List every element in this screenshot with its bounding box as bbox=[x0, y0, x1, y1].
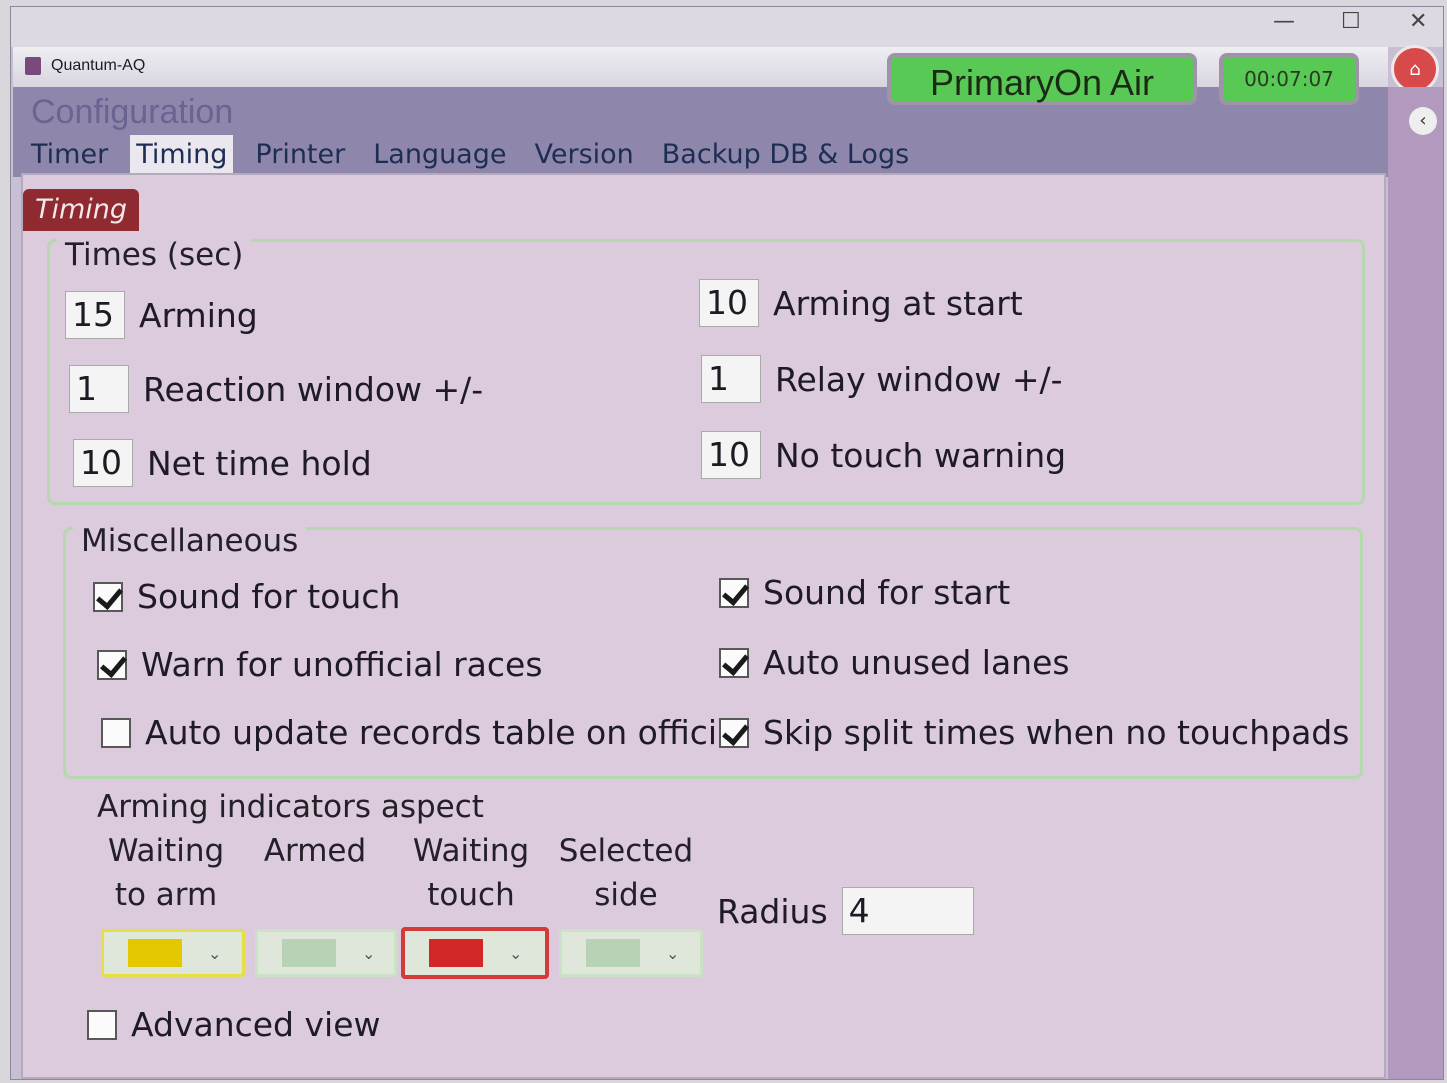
waiting-touch-swatch bbox=[429, 939, 483, 967]
arming-row: 15 Arming bbox=[65, 291, 258, 339]
sound-for-touch-checkbox[interactable] bbox=[93, 581, 123, 612]
arming-at-start-input[interactable]: 10 bbox=[699, 279, 759, 327]
app-icon bbox=[25, 57, 41, 75]
warn-unofficial-option[interactable]: Warn for unofficial races bbox=[97, 645, 543, 684]
tab-version[interactable]: Version bbox=[528, 135, 639, 174]
armed-swatch bbox=[282, 939, 336, 967]
net-time-hold-input[interactable]: 10 bbox=[73, 439, 133, 487]
chevron-down-icon: ⌄ bbox=[208, 943, 222, 963]
tab-timing[interactable]: Timing bbox=[130, 135, 234, 174]
radius-row: Radius 4 bbox=[717, 887, 974, 935]
sound-for-start-checkbox[interactable] bbox=[719, 577, 749, 608]
no-touch-warning-input[interactable]: 10 bbox=[701, 431, 761, 479]
arming-label: Arming bbox=[139, 295, 258, 335]
armed-header: Armed bbox=[255, 829, 375, 873]
skip-split-times-checkbox[interactable] bbox=[719, 717, 749, 748]
auto-update-records-option[interactable]: Auto update records table on official bbox=[101, 713, 746, 752]
chevron-down-icon: ⌄ bbox=[666, 943, 680, 963]
reaction-window-row: 1 Reaction window +/- bbox=[69, 365, 483, 413]
no-touch-warning-row: 10 No touch warning bbox=[701, 431, 1066, 479]
misc-group-title: Miscellaneous bbox=[73, 523, 307, 559]
arming-indicators-title: Arming indicators aspect bbox=[97, 789, 484, 825]
section-tag-timing: Timing bbox=[23, 189, 140, 231]
tab-printer[interactable]: Printer bbox=[249, 135, 351, 174]
chevron-down-icon: ⌄ bbox=[509, 943, 523, 963]
radius-label: Radius bbox=[717, 891, 828, 931]
times-group-title: Times (sec) bbox=[57, 237, 252, 273]
waiting-to-arm-color-select[interactable]: ⌄ bbox=[101, 929, 245, 977]
maximize-button[interactable]: ☐ bbox=[1341, 9, 1361, 34]
waiting-touch-header: Waiting touch bbox=[403, 829, 539, 917]
side-panel bbox=[1388, 87, 1443, 1079]
net-time-hold-row: 10 Net time hold bbox=[73, 439, 372, 487]
relay-window-label: Relay window +/- bbox=[775, 359, 1063, 399]
close-button[interactable]: ✕ bbox=[1409, 9, 1427, 34]
relay-window-row: 1 Relay window +/- bbox=[701, 355, 1063, 403]
race-clock: 00:07:07 bbox=[1219, 53, 1359, 105]
sound-for-touch-label: Sound for touch bbox=[137, 577, 401, 616]
armed-color-select[interactable]: ⌄ bbox=[255, 929, 397, 977]
waiting-touch-color-select[interactable]: ⌄ bbox=[401, 927, 549, 979]
armed-header-line1: Armed bbox=[263, 833, 367, 869]
auto-update-records-checkbox[interactable] bbox=[101, 717, 131, 748]
waiting-touch-header-line2: touch bbox=[427, 877, 515, 913]
warn-unofficial-checkbox[interactable] bbox=[97, 649, 127, 680]
auto-unused-lanes-label: Auto unused lanes bbox=[763, 643, 1070, 682]
skip-split-times-label: Skip split times when no touchpads bbox=[763, 713, 1350, 752]
arming-at-start-row: 10 Arming at start bbox=[699, 279, 1023, 327]
auto-update-records-label: Auto update records table on official bbox=[145, 713, 747, 752]
waiting-to-arm-header: Waiting to arm bbox=[101, 829, 231, 917]
selected-side-header-line1: Selected bbox=[558, 833, 694, 869]
reaction-window-label: Reaction window +/- bbox=[143, 369, 484, 409]
waiting-to-arm-header-line1: Waiting bbox=[107, 833, 225, 869]
tab-timer[interactable]: Timer bbox=[25, 135, 114, 174]
advanced-view-option[interactable]: Advanced view bbox=[87, 1005, 380, 1044]
radius-input[interactable]: 4 bbox=[841, 887, 974, 935]
home-button[interactable]: ⌂ bbox=[1391, 45, 1439, 93]
minimize-button[interactable]: — bbox=[1273, 9, 1295, 34]
chevron-down-icon: ⌄ bbox=[362, 943, 376, 963]
reaction-window-input[interactable]: 1 bbox=[69, 365, 129, 413]
selected-side-header: Selected side bbox=[553, 829, 699, 917]
tab-bar: Timer Timing Printer Language Version Ba… bbox=[25, 135, 915, 174]
tab-language[interactable]: Language bbox=[367, 135, 512, 174]
skip-split-times-option[interactable]: Skip split times when no touchpads bbox=[719, 713, 1349, 752]
net-time-hold-label: Net time hold bbox=[147, 443, 372, 483]
auto-unused-lanes-checkbox[interactable] bbox=[719, 647, 749, 678]
selected-side-swatch bbox=[586, 939, 640, 967]
selected-side-color-select[interactable]: ⌄ bbox=[559, 929, 703, 977]
selected-side-header-line2: side bbox=[594, 877, 658, 913]
waiting-to-arm-header-line2: to arm bbox=[114, 877, 218, 913]
timing-panel: Times (sec) 15 Arming 1 Reaction window … bbox=[21, 173, 1386, 1079]
arming-input[interactable]: 15 bbox=[65, 291, 125, 339]
app-title: Quantum-AQ bbox=[51, 57, 146, 74]
waiting-touch-header-line1: Waiting bbox=[412, 833, 530, 869]
chevron-left-icon: ‹ bbox=[1419, 110, 1427, 131]
waiting-to-arm-swatch bbox=[128, 939, 182, 967]
primary-on-air-button[interactable]: PrimaryOn Air bbox=[887, 53, 1197, 105]
sound-for-start-option[interactable]: Sound for start bbox=[719, 573, 1010, 612]
os-titlebar: — ☐ ✕ bbox=[11, 7, 1443, 47]
auto-unused-lanes-option[interactable]: Auto unused lanes bbox=[719, 643, 1070, 682]
sound-for-touch-option[interactable]: Sound for touch bbox=[93, 577, 400, 616]
arming-at-start-label: Arming at start bbox=[773, 283, 1023, 323]
home-icon: ⌂ bbox=[1409, 58, 1421, 80]
warn-unofficial-label: Warn for unofficial races bbox=[141, 645, 543, 684]
tab-backup[interactable]: Backup DB & Logs bbox=[656, 135, 915, 174]
relay-window-input[interactable]: 1 bbox=[701, 355, 761, 403]
app-window: — ☐ ✕ Quantum-AQ Configuration Timer Tim… bbox=[10, 6, 1444, 1080]
collapse-button[interactable]: ‹ bbox=[1409, 107, 1437, 135]
page-title: Configuration bbox=[31, 93, 234, 131]
advanced-view-label: Advanced view bbox=[131, 1005, 381, 1044]
no-touch-warning-label: No touch warning bbox=[775, 435, 1067, 475]
sound-for-start-label: Sound for start bbox=[763, 573, 1011, 612]
advanced-view-checkbox[interactable] bbox=[87, 1009, 117, 1040]
